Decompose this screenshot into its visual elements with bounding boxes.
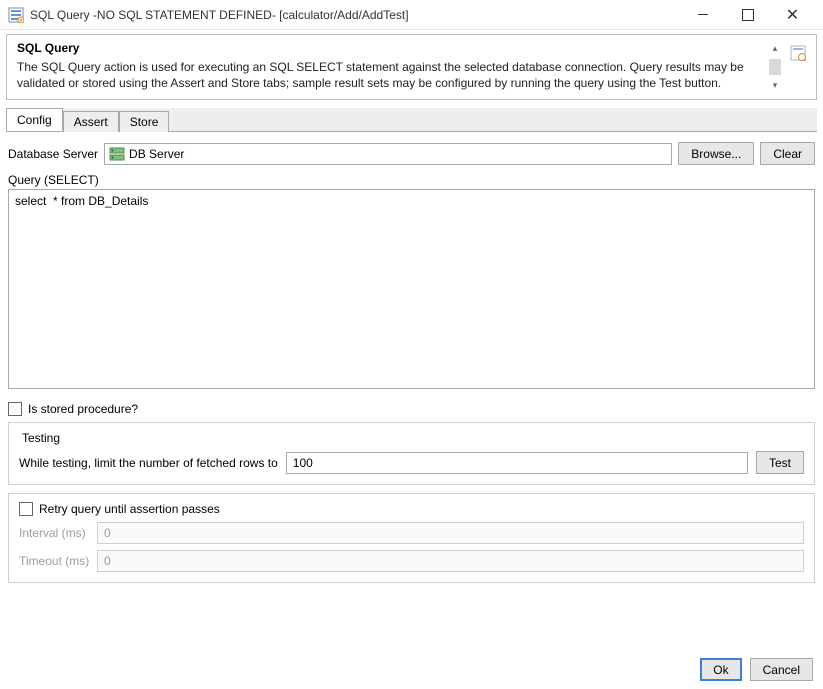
window-buttons: ✕ bbox=[680, 0, 815, 30]
stored-procedure-row[interactable]: Is stored procedure? bbox=[8, 402, 815, 416]
retry-checkbox[interactable] bbox=[19, 502, 33, 516]
db-server-field[interactable]: DB Server bbox=[104, 143, 672, 165]
scroll-down-icon[interactable]: ▾ bbox=[773, 80, 778, 91]
header-title: SQL Query bbox=[17, 41, 768, 55]
ok-button[interactable]: Ok bbox=[700, 658, 741, 681]
retry-label: Retry query until assertion passes bbox=[39, 502, 220, 516]
tab-config[interactable]: Config bbox=[6, 108, 63, 131]
clear-button[interactable]: Clear bbox=[760, 142, 815, 165]
tab-store[interactable]: Store bbox=[119, 111, 170, 132]
interval-input bbox=[97, 522, 804, 544]
limit-input[interactable] bbox=[286, 452, 748, 474]
db-server-label: Database Server bbox=[8, 147, 98, 161]
close-button[interactable]: ✕ bbox=[770, 0, 815, 30]
tabs: Config Assert Store bbox=[6, 108, 817, 132]
timeout-label: Timeout (ms) bbox=[19, 554, 91, 568]
help-icon[interactable] bbox=[790, 45, 806, 61]
header-scrollbar[interactable]: ▴ ▾ bbox=[768, 43, 782, 91]
titlebar: SQL Query -NO SQL STATEMENT DEFINED- [ca… bbox=[0, 0, 823, 30]
browse-button[interactable]: Browse... bbox=[678, 142, 754, 165]
dialog-footer: Ok Cancel bbox=[700, 658, 813, 681]
timeout-input bbox=[97, 550, 804, 572]
limit-label: While testing, limit the number of fetch… bbox=[19, 456, 278, 470]
stored-procedure-label: Is stored procedure? bbox=[28, 402, 138, 416]
db-server-icon bbox=[109, 146, 125, 162]
scroll-thumb[interactable] bbox=[769, 59, 781, 75]
query-input[interactable] bbox=[8, 189, 815, 389]
config-panel: Database Server DB Server Browse... Clea… bbox=[0, 132, 823, 591]
retry-row[interactable]: Retry query until assertion passes bbox=[19, 502, 804, 516]
retry-fieldset: Retry query until assertion passes Inter… bbox=[8, 493, 815, 583]
minimize-button[interactable] bbox=[680, 0, 725, 30]
db-server-value: DB Server bbox=[129, 147, 184, 161]
window-title: SQL Query -NO SQL STATEMENT DEFINED- [ca… bbox=[30, 8, 680, 22]
test-button[interactable]: Test bbox=[756, 451, 804, 474]
header-description: The SQL Query action is used for executi… bbox=[17, 59, 768, 91]
header-panel: SQL Query The SQL Query action is used f… bbox=[6, 34, 817, 100]
query-label: Query (SELECT) bbox=[8, 173, 815, 187]
cancel-button[interactable]: Cancel bbox=[750, 658, 813, 681]
interval-label: Interval (ms) bbox=[19, 526, 91, 540]
testing-fieldset: Testing While testing, limit the number … bbox=[8, 422, 815, 485]
testing-legend: Testing bbox=[19, 431, 63, 445]
tab-assert[interactable]: Assert bbox=[63, 111, 119, 132]
maximize-button[interactable] bbox=[725, 0, 770, 30]
scroll-up-icon[interactable]: ▴ bbox=[773, 43, 778, 54]
app-icon bbox=[8, 7, 24, 23]
stored-procedure-checkbox[interactable] bbox=[8, 402, 22, 416]
